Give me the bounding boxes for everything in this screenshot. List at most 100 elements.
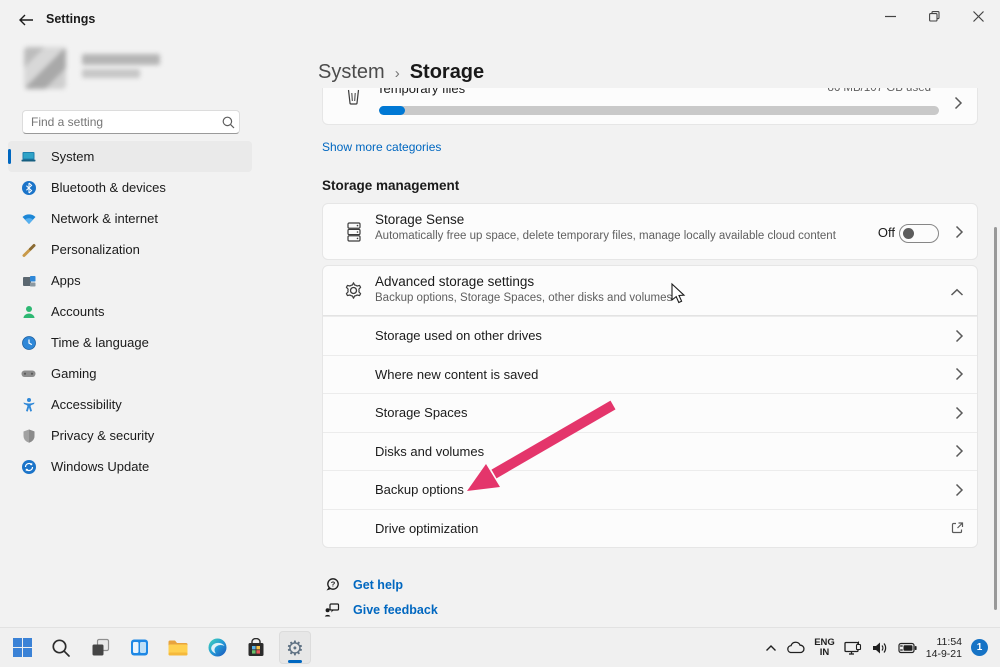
network-display-icon[interactable] (844, 640, 863, 656)
storage-sense-row[interactable]: Storage Sense Automatically free up spac… (322, 203, 978, 260)
row-where-new-content-saved[interactable]: Where new content is saved (323, 355, 977, 394)
settings-app-button[interactable]: ⚙ (279, 631, 311, 664)
tray-date: 14-9-21 (926, 648, 962, 660)
chevron-right-icon (955, 367, 964, 381)
taskbar: ⚙ ENG IN 11:54 (0, 627, 1000, 667)
microsoft-store-button[interactable] (240, 631, 272, 664)
sidebar-item-accounts[interactable]: Accounts (8, 296, 252, 327)
edge-icon (207, 637, 228, 658)
apps-grid-icon (20, 272, 37, 289)
update-arrows-icon (20, 458, 37, 475)
accessibility-person-icon (20, 396, 37, 413)
taskbar-search-button[interactable] (45, 631, 77, 664)
language-indicator[interactable]: ENG IN (814, 638, 835, 658)
close-button[interactable] (956, 0, 1000, 32)
row-disks-and-volumes[interactable]: Disks and volumes (323, 432, 977, 471)
sidebar-item-label: Time & language (51, 335, 149, 350)
edge-browser-button[interactable] (201, 631, 233, 664)
person-icon (20, 303, 37, 320)
wifi-globe-icon (20, 210, 37, 227)
row-label: Backup options (375, 482, 464, 497)
row-label: Storage used on other drives (375, 328, 542, 343)
sidebar-item-bluetooth-devices[interactable]: Bluetooth & devices (8, 172, 252, 203)
search-icon (217, 116, 239, 129)
onedrive-cloud-icon[interactable] (786, 641, 805, 654)
sidebar-item-label: Accessibility (51, 397, 122, 412)
clock-language-icon (20, 334, 37, 351)
sidebar-item-system[interactable]: System (8, 141, 252, 172)
storage-management-header: Storage management (322, 178, 459, 193)
taskbar-apps: ⚙ (6, 631, 311, 664)
minimize-button[interactable] (868, 0, 912, 32)
row-drive-optimization[interactable]: Drive optimization (323, 509, 977, 548)
battery-charging-icon[interactable] (898, 642, 917, 654)
close-icon (973, 11, 984, 22)
row-storage-spaces[interactable]: Storage Spaces (323, 393, 977, 432)
tray-time: 11:54 (926, 636, 962, 648)
file-explorer-button[interactable] (162, 631, 194, 664)
temporary-files-usage: 86 MB/107 GB used (827, 88, 931, 94)
back-arrow-icon (19, 14, 34, 26)
row-label: Where new content is saved (375, 367, 538, 382)
sidebar-item-personalization[interactable]: Personalization (8, 234, 252, 265)
sidebar-item-label: Privacy & security (51, 428, 154, 443)
row-label: Drive optimization (375, 521, 478, 536)
temporary-files-progress-fill (379, 106, 405, 115)
profile-email-redacted (82, 69, 140, 78)
sidebar-item-apps[interactable]: Apps (8, 265, 252, 296)
sidebar-item-time-language[interactable]: Time & language (8, 327, 252, 358)
temporary-files-row[interactable]: Temporary files 86 MB/107 GB used (322, 88, 978, 125)
sidebar-item-gaming[interactable]: Gaming (8, 358, 252, 389)
vertical-scrollbar[interactable] (994, 227, 997, 610)
start-icon (12, 637, 33, 658)
sidebar-item-network-internet[interactable]: Network & internet (8, 203, 252, 234)
show-more-categories-link[interactable]: Show more categories (322, 140, 441, 154)
laptop-icon (20, 148, 37, 165)
storage-drive-icon (346, 222, 362, 247)
external-link-icon (951, 522, 964, 535)
sidebar-item-privacy-security[interactable]: Privacy & security (8, 420, 252, 451)
row-storage-used-other-drives[interactable]: Storage used on other drives (323, 316, 977, 355)
breadcrumb-system[interactable]: System (318, 61, 385, 84)
toggle-state-label: Off (878, 225, 895, 240)
settings-window: Settings System Bluetooth & devices Netw… (0, 0, 1000, 667)
restore-icon (929, 11, 940, 22)
speaker-icon[interactable] (872, 641, 889, 655)
give-feedback-link[interactable]: Give feedback (324, 602, 438, 618)
sidebar-item-windows-update[interactable]: Windows Update (8, 451, 252, 482)
window-title: Settings (46, 12, 95, 26)
bluetooth-icon (20, 179, 37, 196)
shield-icon (20, 427, 37, 444)
advanced-storage-settings-row[interactable]: Advanced storage settings Backup options… (323, 266, 977, 316)
row-backup-options[interactable]: Backup options (323, 470, 977, 509)
file-explorer-icon (167, 638, 189, 658)
chevron-up-icon[interactable] (950, 284, 964, 302)
search-icon (51, 638, 71, 658)
back-button[interactable] (14, 8, 38, 32)
gear-icon (344, 281, 363, 305)
chevron-right-icon (955, 406, 964, 420)
start-button[interactable] (6, 631, 38, 664)
search-input[interactable] (23, 115, 217, 129)
restore-button[interactable] (912, 0, 956, 32)
settings-gear-icon: ⚙ (286, 638, 304, 658)
chevron-right-icon (955, 483, 964, 497)
storage-sense-toggle[interactable] (899, 224, 939, 243)
clock-date[interactable]: 11:54 14-9-21 (926, 636, 962, 660)
sidebar-item-label: Windows Update (51, 459, 149, 474)
widgets-button[interactable] (123, 631, 155, 664)
tray-chevron-up-icon[interactable] (765, 644, 777, 652)
feedback-person-icon (324, 602, 340, 618)
breadcrumb: System › Storage (318, 61, 484, 84)
profile-name-redacted (82, 54, 160, 65)
sidebar-item-accessibility[interactable]: Accessibility (8, 389, 252, 420)
chevron-right-icon (954, 96, 963, 115)
row-label: Disks and volumes (375, 444, 484, 459)
avatar[interactable] (24, 47, 66, 89)
storage-sense-subtitle: Automatically free up space, delete temp… (375, 230, 920, 243)
task-view-button[interactable] (84, 631, 116, 664)
breadcrumb-separator-icon: › (395, 65, 400, 82)
store-icon (246, 638, 266, 658)
notification-badge[interactable]: 1 (971, 639, 988, 656)
get-help-link[interactable]: ? Get help (324, 577, 403, 593)
